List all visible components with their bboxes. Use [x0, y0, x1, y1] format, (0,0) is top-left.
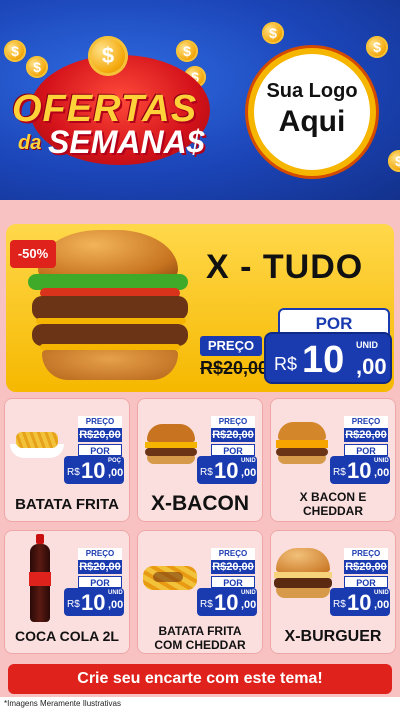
currency-symbol: R$ — [333, 467, 346, 478]
old-price: R$20,00 — [211, 428, 255, 442]
price-decimal: ,00 — [108, 599, 124, 611]
price-tag: R$ 10 UNID ,00 — [197, 456, 257, 484]
price-integer: 10 — [302, 339, 345, 381]
product-name: X BACON E CHEDDAR — [299, 490, 367, 518]
por-label: POR — [344, 444, 388, 456]
preco-label: PREÇO — [344, 548, 388, 560]
old-price: R$20,00 — [344, 428, 388, 442]
unit-label: UNID — [356, 340, 378, 350]
por-label: POR — [78, 576, 122, 588]
product-name: BATATA FRITA — [15, 496, 119, 513]
preco-label: PREÇO — [211, 416, 255, 428]
burger-image — [274, 422, 330, 466]
disclaimer-text: *Imagens Meramente Ilustrativas — [4, 699, 121, 708]
por-label: POR — [344, 576, 388, 588]
unit-label: UNID — [108, 590, 123, 596]
por-label: POR — [211, 576, 255, 588]
price-tag: R$ 10 UNID ,00 — [197, 588, 257, 616]
price-integer: 10 — [81, 458, 106, 483]
product-card-batata-frita[interactable]: PREÇO R$20,00 POR R$ 10 POÇ ,00 BATATA F… — [4, 398, 130, 522]
coin-icon: $ — [366, 36, 388, 58]
product-card-x-bacon-cheddar[interactable]: PREÇO R$20,00 POR R$ 10 UNID ,00 X BACON… — [270, 398, 396, 522]
por-label: POR — [211, 444, 255, 456]
price-tag: R$ 10 POÇ ,00 — [64, 456, 124, 484]
burger-image — [143, 424, 199, 464]
price-decimal: ,00 — [241, 599, 257, 611]
product-name: COCA COLA 2L — [15, 628, 119, 644]
por-label: POR — [78, 444, 122, 456]
price-decimal: ,00 — [374, 599, 390, 611]
price-decimal: ,00 — [374, 467, 390, 479]
unit-label: UNID — [374, 458, 389, 464]
price-tag: R$ 10 UNID ,00 — [330, 588, 390, 616]
coin-icon: $ — [388, 150, 400, 172]
old-price: R$20,00 — [211, 560, 255, 574]
unit-label: UNID — [241, 458, 256, 464]
product-card-batata-cheddar[interactable]: PREÇO R$20,00 POR R$ 10 UNID ,00 BATATA … — [137, 530, 263, 654]
featured-old-price: R$20,00 — [200, 358, 269, 378]
old-price: R$20,00 — [344, 560, 388, 574]
fries-cheddar-image — [143, 558, 197, 590]
coin-icon: $ — [4, 40, 26, 62]
old-price: R$20,00 — [78, 560, 122, 574]
currency-symbol: R$ — [200, 467, 213, 478]
coin-icon: $ — [262, 22, 284, 44]
product-name: BATATA FRITA COM CHEDDAR — [154, 624, 246, 652]
unit-label: POÇ — [108, 458, 122, 464]
coin-icon: $ — [176, 40, 198, 62]
product-name: X-BACON — [151, 492, 249, 515]
dollar-coin-icon: $ — [88, 36, 128, 76]
currency-symbol: R$ — [333, 599, 346, 610]
offers-title-semana: SEMANA$ — [48, 124, 205, 160]
product-name: X-BURGUER — [284, 628, 382, 645]
header-banner: $ $ $ $ $ $ $ $ OFERTAS da SEMANA$ Sua L… — [0, 0, 400, 200]
preco-label: PREÇO — [78, 548, 122, 560]
currency-symbol: R$ — [274, 354, 298, 374]
offers-title-da: da — [18, 132, 42, 154]
logo-text-line1: Sua Logo — [266, 80, 358, 102]
preco-label: PREÇO — [78, 416, 122, 428]
unit-label: UNID — [374, 590, 389, 596]
currency-symbol: R$ — [67, 599, 80, 610]
price-integer: 10 — [214, 458, 239, 483]
featured-price-tag: R$ 10 UNID ,00 — [264, 332, 392, 384]
price-tag: R$ 10 UNID ,00 — [64, 588, 124, 616]
price-integer: 10 — [214, 590, 239, 615]
preco-label: PREÇO — [211, 548, 255, 560]
cta-banner[interactable]: Crie seu encarte com este tema! — [8, 664, 392, 694]
logo-text-line2: Aqui — [278, 105, 346, 138]
discount-badge: -50% — [10, 240, 56, 268]
soda-bottle-image — [28, 534, 52, 622]
price-integer: 10 — [347, 458, 372, 483]
price-decimal: ,00 — [356, 354, 387, 379]
product-card-coca-cola[interactable]: PREÇO R$20,00 POR R$ 10 UNID ,00 COCA CO… — [4, 530, 130, 654]
featured-preco-label: PREÇO — [200, 336, 262, 356]
price-integer: 10 — [81, 590, 106, 615]
price-decimal: ,00 — [108, 467, 124, 479]
fries-image — [10, 426, 64, 460]
product-card-x-burguer[interactable]: PREÇO R$20,00 POR R$ 10 UNID ,00 X-BURGU… — [270, 530, 396, 654]
product-card-x-bacon[interactable]: PREÇO R$20,00 POR R$ 10 UNID ,00 X-BACON — [137, 398, 263, 522]
featured-product-name: X - TUDO — [206, 248, 364, 286]
price-integer: 10 — [347, 590, 372, 615]
preco-label: PREÇO — [344, 416, 388, 428]
currency-symbol: R$ — [67, 467, 80, 478]
burger-image — [272, 548, 334, 598]
logo-placeholder[interactable]: Sua Logo Aqui — [248, 48, 376, 176]
coin-icon: $ — [26, 56, 48, 78]
old-price: R$20,00 — [78, 428, 122, 442]
currency-symbol: R$ — [200, 599, 213, 610]
price-tag: R$ 10 UNID ,00 — [330, 456, 390, 484]
price-decimal: ,00 — [241, 467, 257, 479]
unit-label: UNID — [241, 590, 256, 596]
